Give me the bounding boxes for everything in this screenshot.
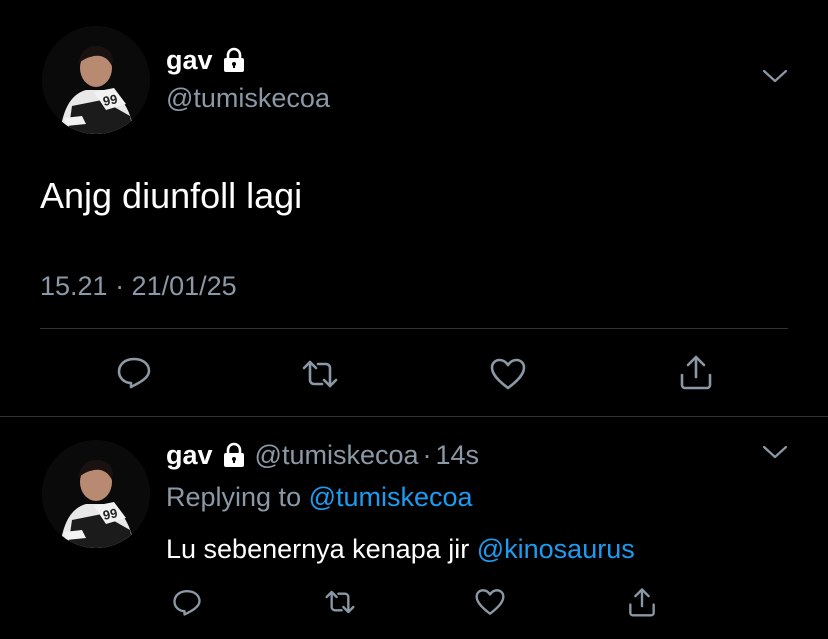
svg-text:99: 99 [102,91,119,109]
reply-tweet-text: Lu sebenernya kenapa jir @kinosaurus [166,532,635,566]
main-avatar[interactable]: 99 [42,26,150,134]
chevron-down-icon[interactable] [762,68,788,91]
retweet-button[interactable] [318,580,362,624]
mention-link[interactable]: @kinosaurus [477,534,635,564]
reply-body: Lu sebenernya kenapa jir [166,534,470,564]
main-tweet-timestamp[interactable]: 15.21 · 21/01/25 [40,270,237,302]
main-author-handle[interactable]: @tumiskecoa [166,82,330,114]
like-button[interactable] [468,580,512,624]
lock-icon [223,442,244,467]
reply-author-name[interactable]: gav [166,438,213,472]
svg-text:99: 99 [102,505,119,523]
chevron-down-icon[interactable] [762,444,788,467]
share-icon [680,355,712,390]
main-tweet-text: Anjg diunfoll lagi [40,175,303,216]
reply-button[interactable] [112,350,156,394]
replying-to-mention[interactable]: @tumiskecoa [309,482,473,512]
divider [40,328,788,329]
reply-button[interactable] [165,580,209,624]
replying-to-label: Replying to [166,482,302,512]
like-button[interactable] [486,352,530,396]
share-button[interactable] [620,580,664,624]
reply-icon [117,357,151,389]
reply-author-handle[interactable]: @tumiskecoa [255,438,419,472]
share-button[interactable] [674,350,718,394]
retweet-icon [302,360,338,388]
main-author-name[interactable]: gav [166,44,247,76]
like-icon [490,358,526,390]
separator-dot: · [422,440,432,470]
like-icon [475,589,505,615]
reply-header: gav @tumiskecoa · 14s [166,438,479,472]
replying-to: Replying to @tumiskecoa [166,480,473,514]
tweet-separator [0,416,828,417]
main-author-name-text: gav [166,45,213,75]
lock-icon [223,47,244,72]
share-icon [629,588,655,617]
retweet-icon [325,590,355,614]
reply-icon [173,590,201,616]
reply-timestamp[interactable]: 14s [436,438,480,472]
retweet-button[interactable] [298,352,342,396]
reply-avatar[interactable]: 99 [42,440,150,548]
